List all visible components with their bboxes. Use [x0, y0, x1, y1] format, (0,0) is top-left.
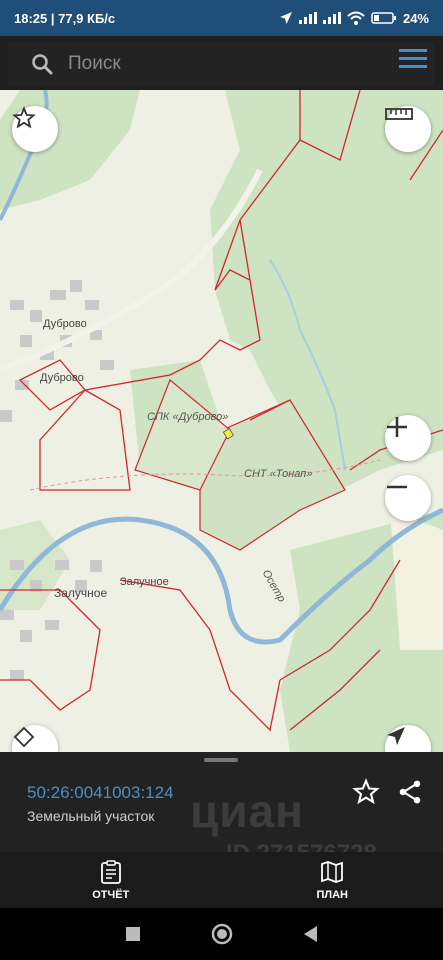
home-icon[interactable]	[211, 923, 233, 945]
layers-icon	[13, 726, 35, 748]
back-icon[interactable]	[303, 926, 318, 942]
tab-report-label: ОТЧЁТ	[92, 888, 130, 901]
star-icon	[12, 106, 36, 129]
zoom-in-button[interactable]	[385, 415, 431, 461]
battery-icon	[371, 12, 396, 24]
ruler-icon	[385, 108, 413, 120]
status-bar: 18:25 | 77,9 КБ/с 24%	[0, 0, 443, 36]
zoom-out-button[interactable]	[385, 475, 431, 521]
map-view[interactable]: Дуброво Дуброво СПК «Дуброво» СНТ «Тонап…	[0, 90, 443, 752]
tab-report[interactable]: ОТЧЁТ	[0, 852, 222, 908]
tab-plan-label: ПЛАН	[316, 888, 348, 901]
search-input[interactable]: Поиск	[8, 42, 435, 86]
location-arrow-icon	[279, 12, 292, 24]
favorite-star-icon[interactable]	[352, 778, 380, 806]
status-time-speed: 18:25 | 77,9 КБ/с	[14, 10, 116, 26]
label-snt-tonap: СНТ «Тонап»	[244, 468, 313, 480]
search-icon	[32, 54, 53, 75]
tab-plan[interactable]: ПЛАН	[222, 852, 443, 908]
system-nav-bar	[0, 908, 443, 960]
menu-icon[interactable]	[399, 49, 427, 69]
bottom-tab-bar: ОТЧЁТ ПЛАН	[0, 852, 443, 908]
ruler-button[interactable]	[385, 106, 431, 152]
cadastral-number[interactable]: 50:26:0041003:124	[27, 783, 174, 803]
label-zaluchnoe-1: Залучное	[120, 576, 169, 588]
minus-icon	[387, 485, 407, 489]
wifi-icon	[347, 11, 365, 25]
label-dubrovo-2: Дуброво	[40, 372, 84, 384]
sheet-handle[interactable]	[204, 758, 238, 762]
signal-icon	[298, 12, 317, 24]
label-spk-dubrovo: СПК «Дуброво»	[147, 411, 229, 423]
favorite-map-button[interactable]	[12, 106, 58, 152]
search-placeholder: Поиск	[68, 53, 121, 74]
battery-percent: 24%	[402, 10, 429, 26]
signal-icon-2	[322, 12, 341, 24]
label-dubrovo-1: Дуброво	[43, 318, 87, 330]
watermark-logo: циан	[190, 785, 304, 837]
share-icon[interactable]	[396, 778, 424, 806]
search-bar: Поиск	[0, 36, 443, 90]
recent-apps-icon[interactable]	[125, 927, 140, 941]
status-icons: 24%	[279, 11, 429, 26]
parcel-type: Земельный участок	[27, 808, 155, 824]
plus-icon	[387, 417, 407, 437]
navigation-arrow-icon	[387, 727, 405, 745]
parcel-info-sheet[interactable]: циан ID 271576728 50:26:0041003:124 Земе…	[0, 752, 443, 867]
map-icon	[321, 860, 344, 883]
clipboard-icon	[100, 859, 121, 884]
label-zaluchnoe-2: Залучное	[54, 586, 108, 600]
